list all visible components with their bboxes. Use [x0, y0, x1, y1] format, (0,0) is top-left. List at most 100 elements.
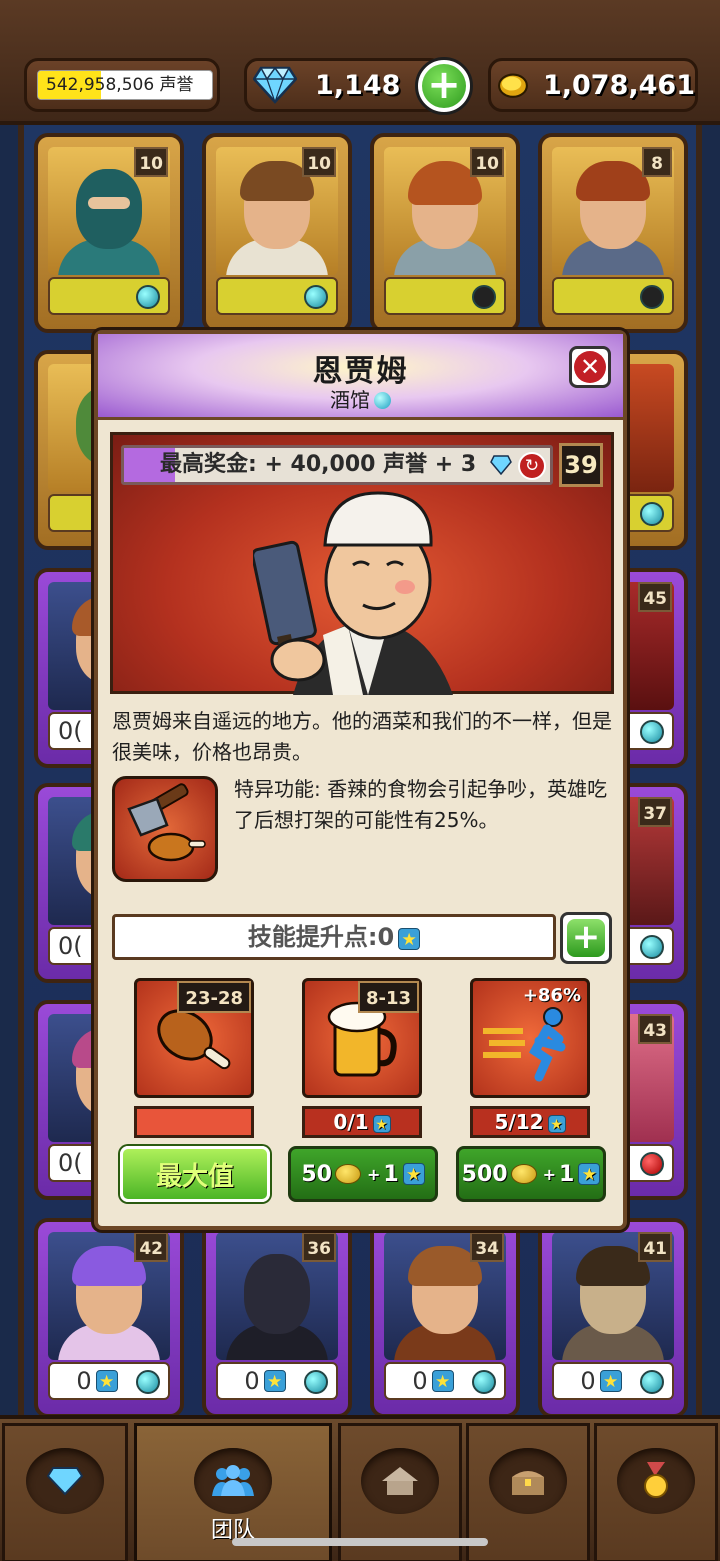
upgrade-range-badge: 23-28 — [177, 981, 251, 1013]
status-dot — [304, 1370, 328, 1394]
upgrade-progress: 5/12 ★ — [470, 1106, 590, 1138]
diamond-icon — [490, 455, 512, 475]
gem-count: 1,148 — [315, 69, 401, 101]
plus-icon: + — [422, 64, 466, 108]
upgrade-progress — [134, 1106, 254, 1138]
hero-card[interactable]: 10 — [370, 133, 520, 333]
status-dot — [472, 1370, 496, 1394]
special-skill-icon — [112, 776, 218, 882]
chef-portrait — [253, 491, 453, 695]
cleaver-chicken-icon — [127, 783, 206, 862]
hero-location: 酒馆 — [98, 384, 623, 413]
hero-level: 41 — [638, 1232, 672, 1262]
status-dot — [640, 1370, 664, 1394]
gold-coin-icon — [334, 1164, 361, 1184]
upgrade-beer[interactable]: 8-13 — [302, 978, 422, 1098]
hero-level: 10 — [470, 147, 504, 177]
star-icon: ★ — [402, 1163, 425, 1185]
status-dot — [640, 935, 664, 959]
hero-bar — [552, 277, 674, 315]
fame-progress-bar: 542,958,506 声誉 — [37, 70, 213, 100]
location-dot-icon — [374, 392, 391, 409]
tab-achievements[interactable] — [594, 1423, 718, 1561]
gem-counter[interactable]: 1,148 — [244, 58, 444, 112]
hero-level: 37 — [638, 797, 672, 827]
fame-counter[interactable]: 542,958,506 声誉 — [24, 58, 220, 112]
refresh-icon[interactable]: ↻ — [518, 452, 546, 480]
max-bonus-bar: 最高奖金: + 40,000 声誉 + 3 ↻ — [121, 445, 553, 485]
status-dot — [640, 720, 664, 744]
status-dot — [640, 285, 664, 309]
status-dot — [472, 285, 496, 309]
hero-level: 10 — [134, 147, 168, 177]
home-indicator[interactable] — [232, 1538, 488, 1546]
hero-bar — [384, 277, 506, 315]
hero-card[interactable]: 42 0 ★ — [34, 1218, 184, 1418]
hero-level: 10 — [302, 147, 336, 177]
hero-bar: 0 ★ — [48, 1362, 170, 1400]
hero-card[interactable]: 10 — [34, 133, 184, 333]
hero-bar — [216, 277, 338, 315]
hero-card[interactable]: 41 0 ★ — [538, 1218, 688, 1418]
upgrade-beer-buy-button[interactable]: 50 +1 ★ — [288, 1146, 438, 1202]
hero-level: 42 — [134, 1232, 168, 1262]
hero-card[interactable]: 10 — [202, 133, 352, 333]
status-dot — [304, 285, 328, 309]
status-dot — [136, 285, 160, 309]
upgrade-range-badge: 8-13 — [357, 981, 419, 1013]
hero-bar: 0 ★ — [216, 1362, 338, 1400]
max-bonus-text: 最高奖金: + 40,000 声誉 + 3 — [160, 452, 477, 477]
plus-icon: + — [567, 919, 605, 957]
hero-level: 36 — [302, 1232, 336, 1262]
location-label: 酒馆 — [330, 388, 370, 412]
status-dot — [640, 1152, 664, 1176]
star-icon: ★ — [431, 1370, 454, 1392]
max-level-button[interactable]: 最大值 — [120, 1146, 270, 1202]
hero-bar: 0 ★ — [552, 1362, 674, 1400]
star-icon: ★ — [599, 1370, 622, 1392]
close-button[interactable]: ✕ — [569, 346, 611, 388]
hero-level-badge: 39 — [559, 443, 603, 487]
star-icon: ★ — [398, 928, 421, 950]
status-dot — [640, 502, 664, 526]
upgrade-speed[interactable]: +86% — [470, 978, 590, 1098]
add-skill-points-button[interactable]: + — [560, 912, 612, 964]
upgrade-percent: +86% — [522, 985, 581, 1006]
skill-points-label: 技能提升点:0 — [247, 923, 395, 951]
treasure-chest-icon — [512, 1471, 544, 1495]
medal-icon — [644, 1462, 668, 1498]
tab-shop[interactable] — [2, 1423, 128, 1561]
gold-counter[interactable]: 1,078,461 — [488, 58, 698, 112]
star-icon: ★ — [263, 1370, 286, 1392]
diamond-icon — [47, 1467, 83, 1496]
status-dot — [136, 1370, 160, 1394]
star-icon: ★ — [372, 1115, 391, 1133]
hero-level: 43 — [638, 1014, 672, 1044]
add-gems-button[interactable]: + — [415, 57, 473, 115]
star-icon: ★ — [578, 1163, 601, 1185]
close-icon: ✕ — [574, 351, 606, 383]
modal-header: 恩贾姆 酒馆 ✕ — [98, 334, 623, 420]
hero-detail-modal: 恩贾姆 酒馆 ✕ 最高奖金: + 40,000 声誉 + 3 ↻ 39 恩贾姆来… — [94, 330, 627, 1230]
hero-card[interactable]: 34 0 ★ — [370, 1218, 520, 1418]
diamond-icon — [253, 66, 297, 104]
house-icon — [382, 1467, 418, 1495]
fame-value: 542,958,506 声誉 — [46, 75, 194, 95]
skill-points-box: 技能提升点:0 ★ — [112, 914, 556, 960]
hero-level: 34 — [470, 1232, 504, 1262]
hero-level: 8 — [642, 147, 672, 177]
hero-bar: 0 ★ — [384, 1362, 506, 1400]
hero-card[interactable]: 8 — [538, 133, 688, 333]
hero-card[interactable]: 36 0 ★ — [202, 1218, 352, 1418]
hero-panel: 最高奖金: + 40,000 声誉 + 3 ↻ 39 — [110, 432, 614, 695]
upgrade-speed-buy-button[interactable]: 500 +1 ★ — [456, 1146, 606, 1202]
gold-count: 1,078,461 — [542, 69, 695, 101]
star-icon: ★ — [547, 1115, 566, 1133]
hero-bar — [48, 277, 170, 315]
special-ability-text: 特异功能: 香辣的食物会引起争吵，英雄吃了后想打架的可能性有25%。 — [234, 777, 608, 832]
gold-coin-icon — [498, 73, 528, 98]
hero-description: 恩贾姆来自遥远的地方。他的酒菜和我们的不一样，但是很美味，价格也昂贵。 — [112, 709, 612, 764]
upgrade-chicken[interactable]: 23-28 — [134, 978, 254, 1098]
top-bar: 542,958,506 声誉 1,148 + 1,078,461 — [0, 0, 720, 125]
star-icon: ★ — [95, 1370, 118, 1392]
